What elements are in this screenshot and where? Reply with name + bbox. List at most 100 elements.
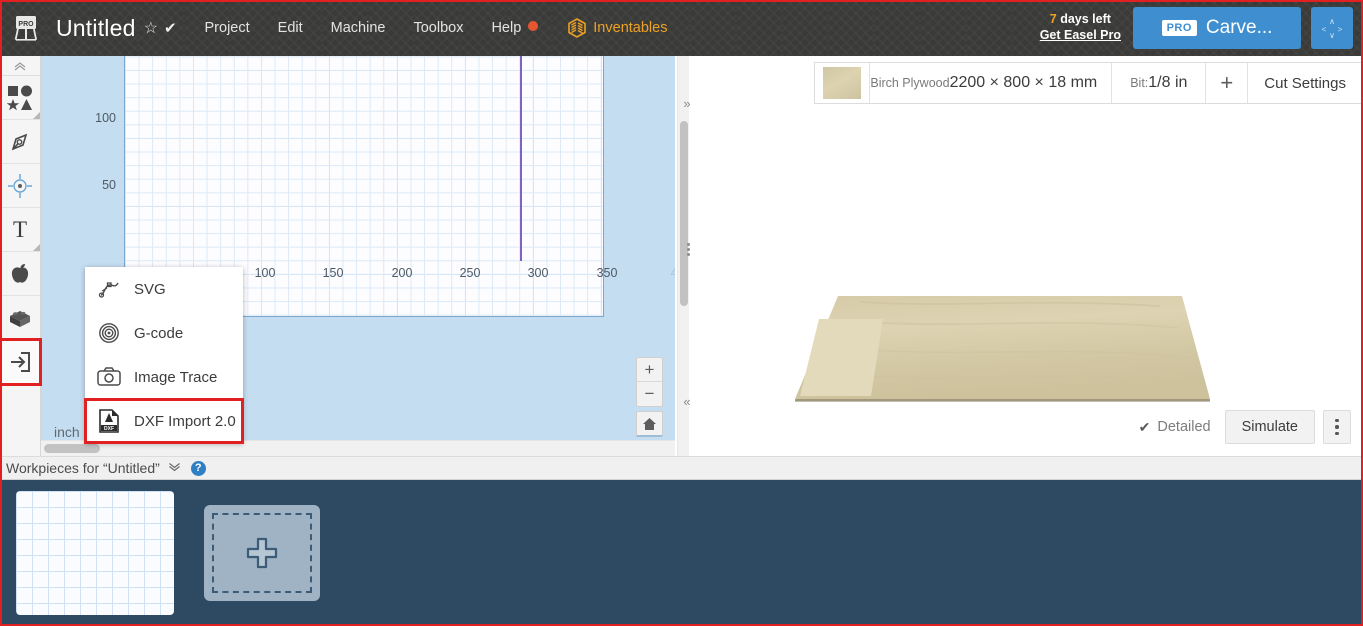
carve-pro-badge: PRO (1161, 20, 1197, 36)
sidebar-item-text[interactable]: T (0, 208, 40, 252)
sidebar-item-import[interactable] (0, 338, 42, 386)
check-icon: ✔ (1138, 418, 1151, 435)
import-arrow-icon (11, 351, 30, 372)
easel-pro-icon: PRO (10, 13, 42, 43)
saved-check-icon: ✔ (163, 20, 177, 37)
workpieces-title: Workpieces for “Untitled” (6, 460, 160, 476)
ruler-tick: 350 (596, 266, 618, 280)
scrollbar-thumb[interactable] (680, 121, 688, 306)
trial-info: 7 days left Get Easel Pro (1040, 12, 1121, 43)
material-swatch[interactable] (815, 63, 871, 103)
preview-more-button[interactable] (1323, 410, 1351, 444)
trial-days-text: days left (1056, 12, 1111, 27)
scrollbar-thumb[interactable] (44, 444, 100, 453)
simulate-button[interactable]: Simulate (1224, 410, 1315, 444)
plus-icon (246, 537, 278, 569)
svg-text:∧: ∧ (1329, 17, 1335, 26)
zoom-out-button[interactable]: − (637, 382, 662, 406)
lego-brick-icon (10, 310, 30, 327)
jog-control-button[interactable]: ∧ ∨ < > (1311, 7, 1353, 49)
chevron-double-down-icon[interactable] (168, 461, 181, 475)
material-boundary-line (520, 56, 522, 261)
menu-item-image-trace[interactable]: Image Trace (85, 355, 243, 399)
inventables-label: Inventables (593, 20, 668, 36)
material-name: Birch Plywood (870, 75, 950, 90)
svg-path-icon (96, 279, 122, 299)
design-canvas[interactable]: 100 50 100 150 200 250 300 350 4 + − inc… (41, 56, 675, 456)
menu-project[interactable]: Project (205, 20, 250, 36)
dxf-file-icon: DXF (96, 409, 122, 433)
gcode-spiral-icon (96, 322, 122, 344)
units-inch-label: inch (54, 424, 80, 440)
collapse-panel-button[interactable]: « (678, 390, 696, 412)
vertical-ruler: 100 50 (41, 56, 124, 262)
ruler-tick: 100 (95, 111, 116, 125)
page-title: Untitled (56, 14, 136, 41)
cut-settings-button[interactable]: Cut Settings (1248, 63, 1362, 103)
material-board-render (690, 116, 1363, 416)
get-easel-pro-link[interactable]: Get Easel Pro (1040, 28, 1121, 44)
menu-item-dxf-import[interactable]: DXF DXF Import 2.0 (84, 398, 244, 444)
menu-machine[interactable]: Machine (331, 20, 386, 36)
help-question-icon[interactable]: ? (190, 460, 206, 476)
panel-resize-handle[interactable] (683, 238, 693, 260)
carve-button[interactable]: PRO Carve... (1133, 7, 1301, 49)
workpiece-thumbnail[interactable] (16, 491, 174, 615)
menu-toolbox[interactable]: Toolbox (413, 20, 463, 36)
sidebar-item-three-d[interactable] (0, 296, 40, 340)
apple-icon (11, 263, 29, 283)
ruler-tick: 150 (322, 266, 344, 280)
pen-tool-icon (11, 133, 28, 150)
ruler-tick: 200 (391, 266, 413, 280)
menu-item-label: SVG (134, 280, 166, 298)
bit-value: 1/8 in (1148, 73, 1188, 91)
left-toolbar: T (0, 56, 42, 456)
svg-text:∨: ∨ (1329, 31, 1335, 40)
add-bit-button[interactable]: + (1206, 63, 1249, 103)
sidebar-item-pen[interactable] (0, 120, 40, 164)
trial-days-number: 7 (1049, 12, 1057, 27)
inventables-cube-icon (568, 18, 587, 38)
detailed-toggle[interactable]: ✔ Detailed (1139, 419, 1211, 436)
inventables-link[interactable]: Inventables (568, 18, 667, 38)
help-notification-dot-icon (528, 21, 539, 31)
submenu-indicator-icon (33, 112, 40, 119)
workpieces-strip (0, 480, 1363, 626)
carve-button-label: Carve... (1205, 17, 1273, 38)
camera-icon (96, 367, 122, 387)
header-right-group: 7 days left Get Easel Pro PRO Carve... ∧… (1040, 0, 1363, 56)
menu-item-gcode[interactable]: G-code (85, 311, 243, 355)
bit-info[interactable]: Bit: 1/8 in (1112, 63, 1207, 103)
crosshair-icon (8, 173, 32, 198)
ruler-tick: 100 (254, 266, 276, 280)
menu-help[interactable]: Help (491, 20, 539, 36)
sidebar-item-apps[interactable] (0, 252, 40, 296)
app-header: PRO Untitled ☆ ✔ Project Edit Machine To… (0, 0, 1363, 56)
sidebar-item-shapes[interactable] (0, 76, 40, 120)
zoom-in-button[interactable]: + (637, 358, 662, 382)
chevron-double-up-icon (14, 61, 26, 70)
material-info[interactable]: Birch Plywood 2200 × 800 × 18 mm (870, 63, 1113, 103)
svg-text:>: > (1338, 25, 1343, 34)
import-dropdown-menu: SVG G-code Image Trace DXF DXF Import 2.… (84, 267, 244, 444)
detailed-label: Detailed (1157, 419, 1211, 435)
svg-text:PRO: PRO (18, 21, 34, 28)
home-icon (643, 417, 656, 430)
menu-help-label: Help (491, 20, 522, 36)
menu-edit[interactable]: Edit (278, 20, 303, 36)
zoom-home-button[interactable] (636, 411, 663, 437)
three-d-preview[interactable]: Birch Plywood 2200 × 800 × 18 mm Bit: 1/… (690, 56, 1363, 456)
menu-item-svg[interactable]: SVG (85, 267, 243, 311)
sidebar-item-collapse-panel[interactable] (0, 56, 40, 76)
svg-text:<: < (1322, 25, 1327, 34)
expand-panel-button[interactable]: » (678, 92, 696, 114)
sidebar-item-center-point[interactable] (0, 164, 40, 208)
zoom-controls: + − (636, 357, 663, 407)
menu-item-label: DXF Import 2.0 (134, 412, 236, 430)
favorite-star-icon[interactable]: ☆ (144, 18, 158, 38)
submenu-indicator-icon (33, 244, 40, 251)
ruler-tick: 4 (670, 266, 675, 280)
shapes-icon (7, 85, 32, 110)
add-workpiece-button[interactable] (204, 505, 320, 601)
bit-label: Bit: (1130, 75, 1149, 90)
